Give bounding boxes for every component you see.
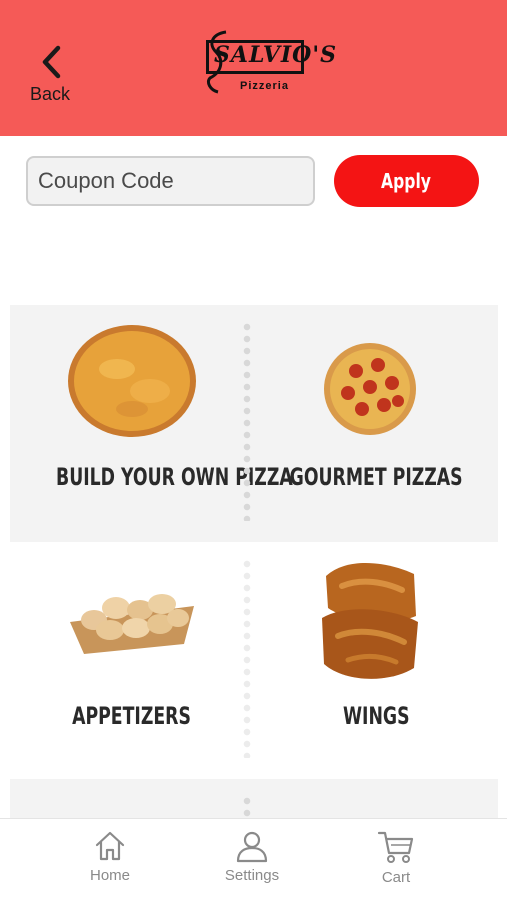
garlic-knots-basket-image: [70, 594, 194, 654]
apply-button-label: Apply: [381, 169, 432, 193]
category-tile-wings[interactable]: WINGS: [254, 542, 498, 779]
nav-settings-label: Settings: [224, 867, 280, 884]
coupon-code-input[interactable]: [26, 156, 315, 206]
nav-cart-label: Cart: [381, 869, 411, 886]
category-tile-gourmet-pizzas[interactable]: GOURMET PIZZAS: [254, 305, 498, 542]
cheese-pizza-image: [68, 325, 196, 437]
apply-button[interactable]: Apply: [334, 155, 479, 207]
chicken-wings-image: [318, 556, 422, 692]
chevron-left-icon: [42, 45, 61, 79]
category-tile-appetizers[interactable]: APPETIZERS: [10, 542, 254, 779]
nav-home[interactable]: Home: [60, 829, 160, 895]
user-icon: [236, 831, 268, 863]
back-label: Back: [30, 84, 71, 104]
category-row: BUILD YOUR OWN PIZZA GOURMET PIZZAS: [10, 305, 498, 542]
logo-text: SALVIO'S: [214, 42, 337, 68]
divider-dots: [243, 558, 251, 758]
category-label: GOURMET PIZZAS: [289, 463, 463, 491]
pepperoni-pizza-image: [324, 343, 416, 435]
category-row-partial: [10, 779, 498, 819]
home-icon: [95, 831, 125, 861]
nav-home-label: Home: [89, 867, 130, 884]
category-label: APPETIZERS: [72, 702, 192, 730]
bottom-nav: Home Settings Cart: [0, 818, 507, 900]
category-row: APPETIZERS WINGS: [10, 542, 498, 779]
logo-subtitle: Pizzeria: [240, 80, 289, 92]
nav-settings[interactable]: Settings: [202, 829, 302, 895]
header-bar: Back SALVIO'S Pizzeria: [0, 0, 507, 136]
back-button[interactable]: Back: [26, 40, 86, 106]
divider-dots: [243, 795, 251, 819]
salvios-logo: SALVIO'S Pizzeria: [200, 28, 336, 96]
divider-dots: [243, 321, 251, 521]
category-tile-build-your-own-pizza[interactable]: BUILD YOUR OWN PIZZA: [10, 305, 293, 542]
category-label: WINGS: [342, 702, 410, 730]
category-label: BUILD YOUR OWN PIZZA: [56, 463, 293, 491]
nav-cart[interactable]: Cart: [346, 829, 446, 895]
cart-icon: [377, 831, 414, 863]
category-grid: BUILD YOUR OWN PIZZA GOURMET PIZZAS APPE…: [10, 305, 498, 779]
